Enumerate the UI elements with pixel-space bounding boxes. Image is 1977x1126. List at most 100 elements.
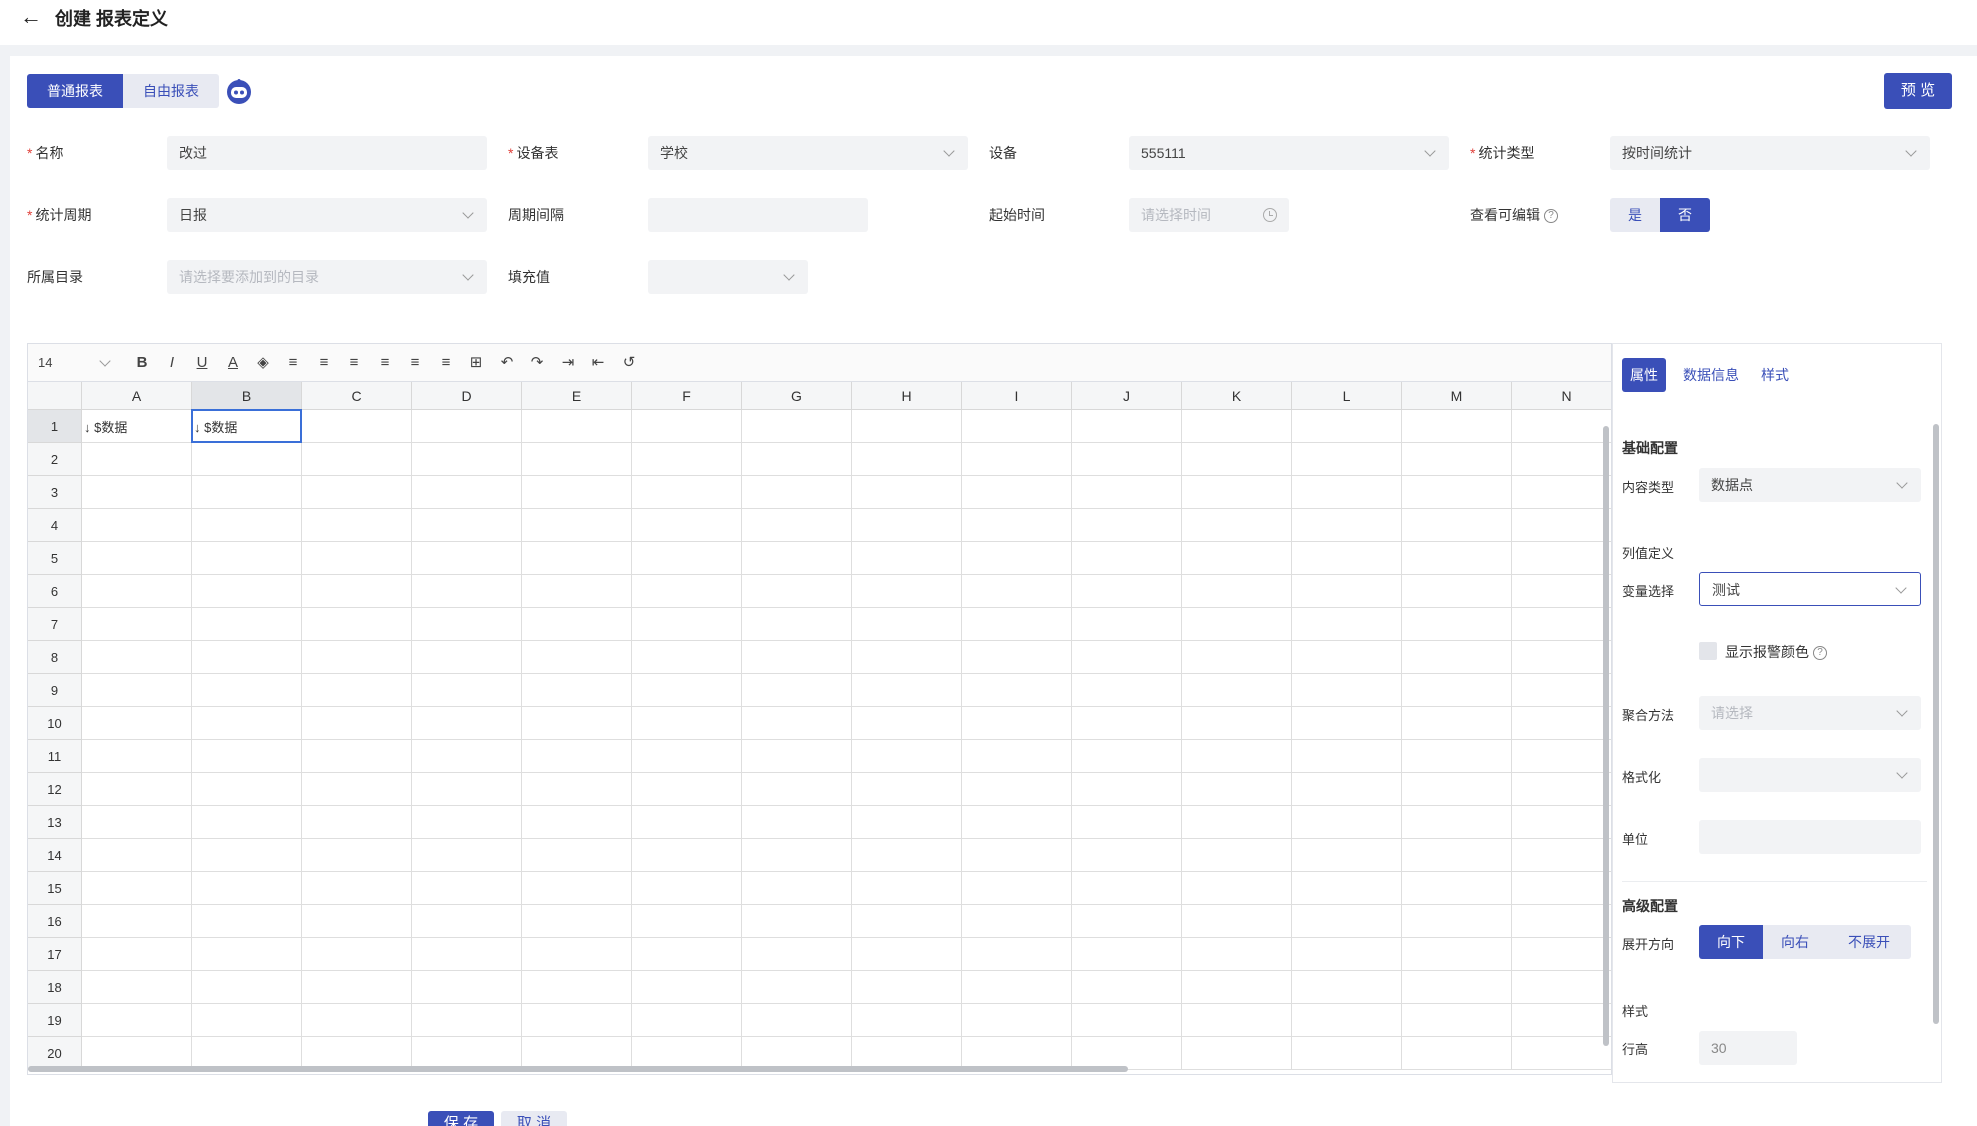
fill-value-select[interactable] [648, 260, 808, 294]
view-editable-no[interactable]: 否 [1660, 198, 1710, 232]
chevron-down-icon [942, 136, 958, 170]
back-arrow-icon[interactable]: ← [20, 4, 42, 30]
format-label: 格式化 [1622, 770, 1662, 785]
show-alarm-color-checkbox[interactable] [1699, 642, 1717, 660]
font-size-select[interactable]: 14 [38, 353, 78, 373]
sheet-cell[interactable]: ↓ $数据 [84, 417, 127, 436]
sheet-corner[interactable] [28, 382, 82, 410]
row-header[interactable]: 1 [28, 410, 82, 443]
horizontal-scrollbar[interactable] [28, 1066, 1128, 1072]
row-header[interactable]: 8 [28, 641, 82, 674]
catalog-select[interactable]: 请选择要添加到的目录 [167, 260, 487, 294]
row-header[interactable]: 14 [28, 839, 82, 872]
row-header[interactable]: 12 [28, 773, 82, 806]
row-header[interactable]: 7 [28, 608, 82, 641]
insert-icon[interactable]: ⇥ [558, 353, 578, 373]
row-header[interactable]: 11 [28, 740, 82, 773]
device-table-select[interactable]: 学校 [648, 136, 968, 170]
row-header[interactable]: 6 [28, 575, 82, 608]
cancel-button[interactable]: 取 消 [501, 1111, 567, 1126]
chevron-down-icon[interactable] [98, 346, 114, 380]
row-height-input[interactable]: 30 [1699, 1031, 1797, 1065]
column-header[interactable]: A [82, 382, 192, 410]
content-type-select[interactable]: 数据点 [1699, 468, 1921, 502]
align-left-icon[interactable]: ≡ [283, 353, 303, 373]
fill-color-icon[interactable]: ◈ [253, 353, 273, 373]
column-header[interactable]: D [412, 382, 522, 410]
robot-assistant-icon[interactable] [225, 77, 253, 105]
row-header[interactable]: 3 [28, 476, 82, 509]
column-header[interactable]: G [742, 382, 852, 410]
row-header[interactable]: 5 [28, 542, 82, 575]
row-header[interactable]: 2 [28, 443, 82, 476]
row-header[interactable]: 10 [28, 707, 82, 740]
chevron-down-icon [782, 260, 798, 294]
column-header[interactable]: E [522, 382, 632, 410]
device-select[interactable]: 555111 [1129, 136, 1449, 170]
redo-icon[interactable]: ↷ [527, 353, 547, 373]
basic-config-title: 基础配置 [1622, 440, 1678, 456]
content-type-label: 内容类型 [1622, 480, 1675, 495]
spreadsheet[interactable]: 14 B I U A ◈ ≡ ≡ ≡ ≡ ≡ ≡ ⊞ ↶ ↷ ⇥ ⇤ ↺ ABC… [27, 343, 1612, 1075]
tab-normal-report[interactable]: 普通报表 [27, 74, 123, 108]
column-header[interactable]: H [852, 382, 962, 410]
preview-button[interactable]: 预 览 [1884, 73, 1952, 109]
column-header[interactable]: I [962, 382, 1072, 410]
vertical-scrollbar[interactable] [1603, 426, 1609, 1046]
font-color-icon[interactable]: A [223, 353, 243, 373]
column-header[interactable]: K [1182, 382, 1292, 410]
help-icon[interactable]: ? [1813, 646, 1827, 661]
save-button[interactable]: 保 存 [428, 1111, 494, 1126]
column-header[interactable]: C [302, 382, 412, 410]
stat-type-select[interactable]: 按时间统计 [1610, 136, 1930, 170]
tab-attributes[interactable]: 属性 [1622, 358, 1666, 392]
column-header[interactable]: N [1512, 382, 1611, 410]
row-header[interactable]: 16 [28, 905, 82, 938]
variable-select[interactable]: 测试 [1699, 572, 1921, 606]
row-header[interactable]: 13 [28, 806, 82, 839]
delete-icon[interactable]: ⇤ [588, 353, 608, 373]
tab-style[interactable]: 样式 [1753, 358, 1797, 392]
column-header[interactable]: F [632, 382, 742, 410]
row-header[interactable]: 18 [28, 971, 82, 1004]
expand-right-option[interactable]: 向右 [1763, 925, 1827, 959]
expand-down-option[interactable]: 向下 [1699, 925, 1763, 959]
merge-cells-icon[interactable]: ⊞ [466, 353, 486, 373]
name-input[interactable]: 改过 [167, 136, 487, 170]
column-header[interactable]: M [1402, 382, 1512, 410]
valign-top-icon[interactable]: ≡ [375, 353, 395, 373]
column-header[interactable]: J [1072, 382, 1182, 410]
properties-panel: 属性 数据信息 样式 基础配置 内容类型 数据点 列值定义 变量选择 测试 显示… [1612, 343, 1942, 1083]
italic-icon[interactable]: I [162, 353, 182, 373]
unit-input[interactable] [1699, 820, 1921, 854]
column-header[interactable]: L [1292, 382, 1402, 410]
view-editable-yes[interactable]: 是 [1610, 198, 1660, 232]
start-time-picker[interactable]: 请选择时间 [1129, 198, 1289, 232]
tab-free-report[interactable]: 自由报表 [123, 74, 219, 108]
column-header[interactable]: B [192, 382, 302, 410]
align-center-icon[interactable]: ≡ [314, 353, 334, 373]
valign-bottom-icon[interactable]: ≡ [436, 353, 456, 373]
row-header[interactable]: 4 [28, 509, 82, 542]
period-interval-label: 周期间隔 [508, 207, 564, 223]
grid-line [301, 410, 302, 1070]
panel-scrollbar[interactable] [1933, 424, 1939, 1024]
help-icon[interactable]: ? [1544, 209, 1558, 224]
row-header[interactable]: 17 [28, 938, 82, 971]
grid-line [1401, 410, 1402, 1070]
bold-icon[interactable]: B [132, 353, 152, 373]
underline-icon[interactable]: U [192, 353, 212, 373]
align-right-icon[interactable]: ≡ [344, 353, 364, 373]
row-header[interactable]: 19 [28, 1004, 82, 1037]
row-header[interactable]: 9 [28, 674, 82, 707]
tab-data-info[interactable]: 数据信息 [1676, 358, 1746, 392]
format-select[interactable] [1699, 758, 1921, 792]
aggregate-select[interactable]: 请选择 [1699, 696, 1921, 730]
undo-icon[interactable]: ↶ [497, 353, 517, 373]
row-header[interactable]: 15 [28, 872, 82, 905]
reset-icon[interactable]: ↺ [619, 353, 639, 373]
valign-middle-icon[interactable]: ≡ [405, 353, 425, 373]
period-interval-input[interactable] [648, 198, 868, 232]
no-expand-option[interactable]: 不展开 [1827, 925, 1911, 959]
stat-period-select[interactable]: 日报 [167, 198, 487, 232]
